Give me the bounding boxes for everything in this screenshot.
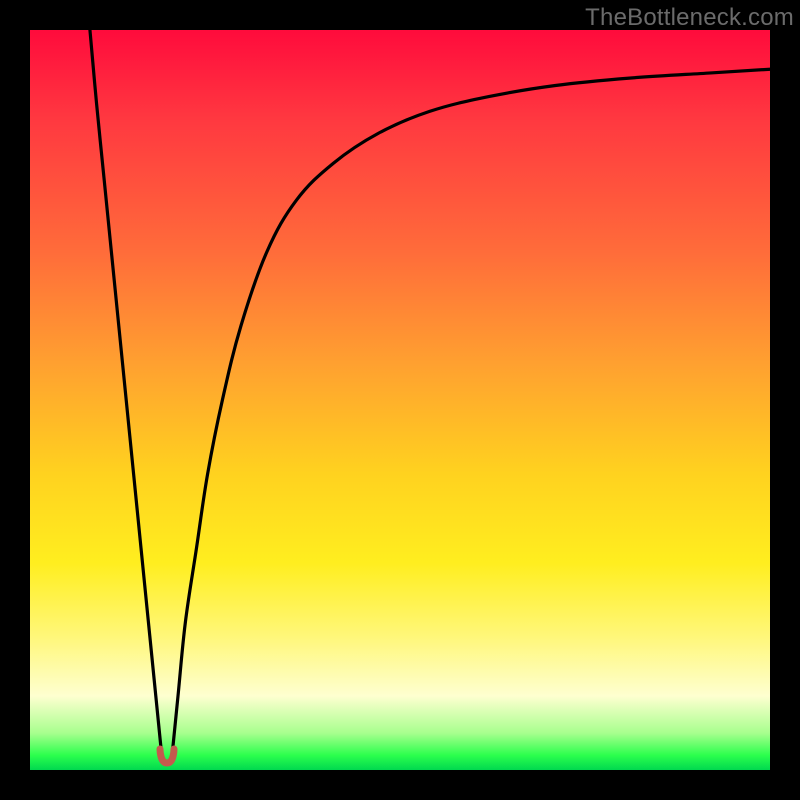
curve-layer bbox=[30, 30, 770, 770]
curve-right-branch bbox=[172, 69, 770, 755]
chart-frame: TheBottleneck.com bbox=[0, 0, 800, 800]
curve-left-branch bbox=[90, 30, 162, 755]
watermark-text: TheBottleneck.com bbox=[585, 4, 794, 32]
plot-area bbox=[30, 30, 770, 770]
